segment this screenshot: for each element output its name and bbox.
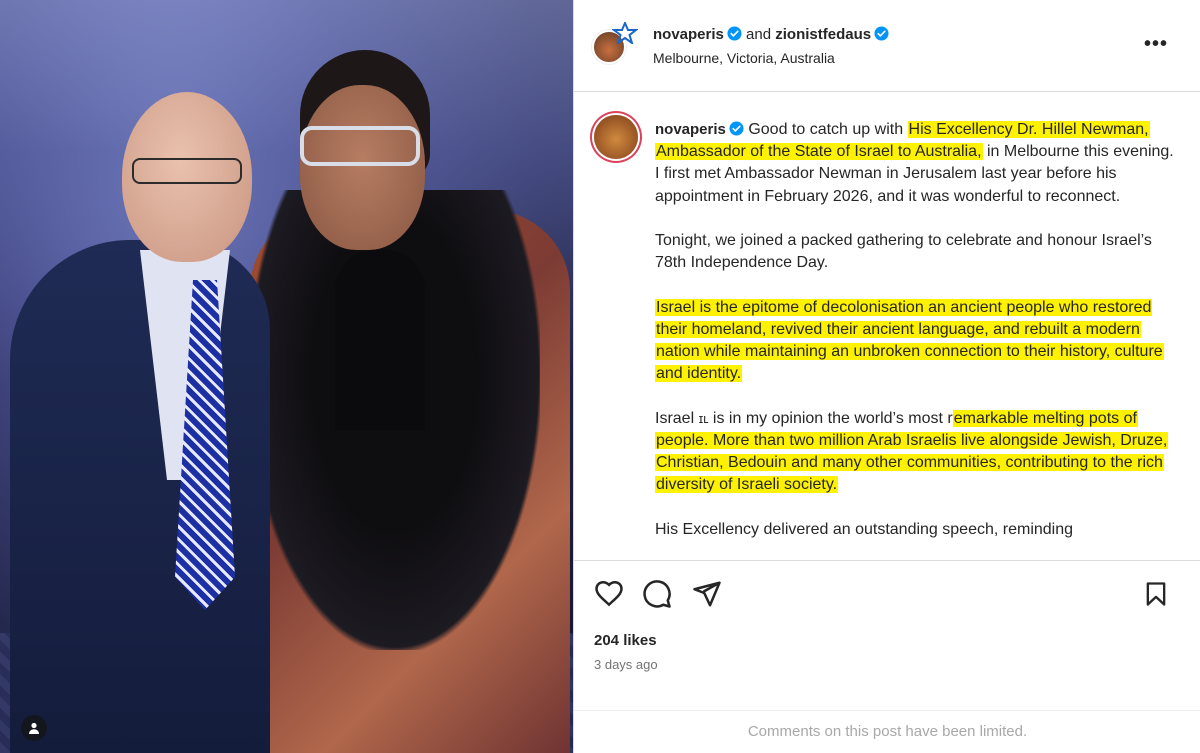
man-suit (10, 240, 270, 753)
verified-icon (874, 26, 889, 41)
share-icon[interactable] (692, 579, 724, 611)
save-bookmark-icon[interactable] (1142, 579, 1174, 611)
caption-text-segment: is in my opinion the world’s most r (708, 409, 953, 427)
verified-icon (729, 121, 744, 136)
caption-paragraph-1: novaperis Good to catch up with His Exce… (655, 119, 1180, 208)
woman-glasses (300, 126, 420, 166)
caption-author-avatar[interactable] (594, 115, 638, 159)
post-photo[interactable] (0, 0, 573, 753)
caption-paragraph-2: Tonight, we joined a packed gathering to… (655, 232, 1152, 272)
heart-icon[interactable] (594, 579, 626, 611)
post-side-panel: novaperis and zionistfedaus Melbourne, V… (573, 0, 1200, 753)
caption-author-username[interactable]: novaperis (655, 121, 726, 138)
post-timestamp[interactable]: 3 days ago (594, 657, 658, 672)
likes-count[interactable]: 204 likes (594, 632, 657, 649)
collaborator-star-icon[interactable] (611, 20, 639, 46)
caption-text: novaperis Good to catch up with His Exce… (655, 119, 1180, 560)
username-zionistfedaus[interactable]: zionistfedaus (775, 26, 871, 43)
location-link[interactable]: Melbourne, Victoria, Australia (653, 50, 835, 66)
verified-icon (727, 26, 742, 41)
caption-paragraph-5: His Excellency delivered an outstanding … (655, 520, 1074, 538)
username-novaperis[interactable]: novaperis (653, 26, 724, 43)
comments-limited-notice: Comments on this post have been limited. (574, 710, 1200, 753)
and-text: and (746, 26, 772, 43)
comment-icon[interactable] (642, 579, 674, 611)
caption-paragraph-3: Israel is the epitome of decolonisation … (655, 297, 1180, 386)
caption-area: novaperis Good to catch up with His Exce… (574, 93, 1200, 561)
highlighted-text: Israel is the epitome of decolonisation … (655, 298, 1164, 383)
post-header: novaperis and zionistfedaus Melbourne, V… (574, 0, 1200, 92)
woman-face (300, 85, 425, 250)
woman-top (335, 250, 425, 430)
man-glasses (132, 158, 242, 184)
caption-paragraph-4: Israel ɪʟ is in my opinion the world’s m… (655, 408, 1180, 497)
more-options-icon[interactable]: ••• (1144, 34, 1168, 54)
user-tag-icon[interactable] (21, 715, 47, 741)
header-usernames: novaperis and zionistfedaus (653, 26, 889, 43)
israel-flag-emoji: ɪʟ (698, 410, 709, 426)
caption-text-segment: Israel (655, 409, 699, 427)
caption-text-segment: Good to catch up with (748, 121, 908, 138)
action-bar (574, 566, 1200, 626)
